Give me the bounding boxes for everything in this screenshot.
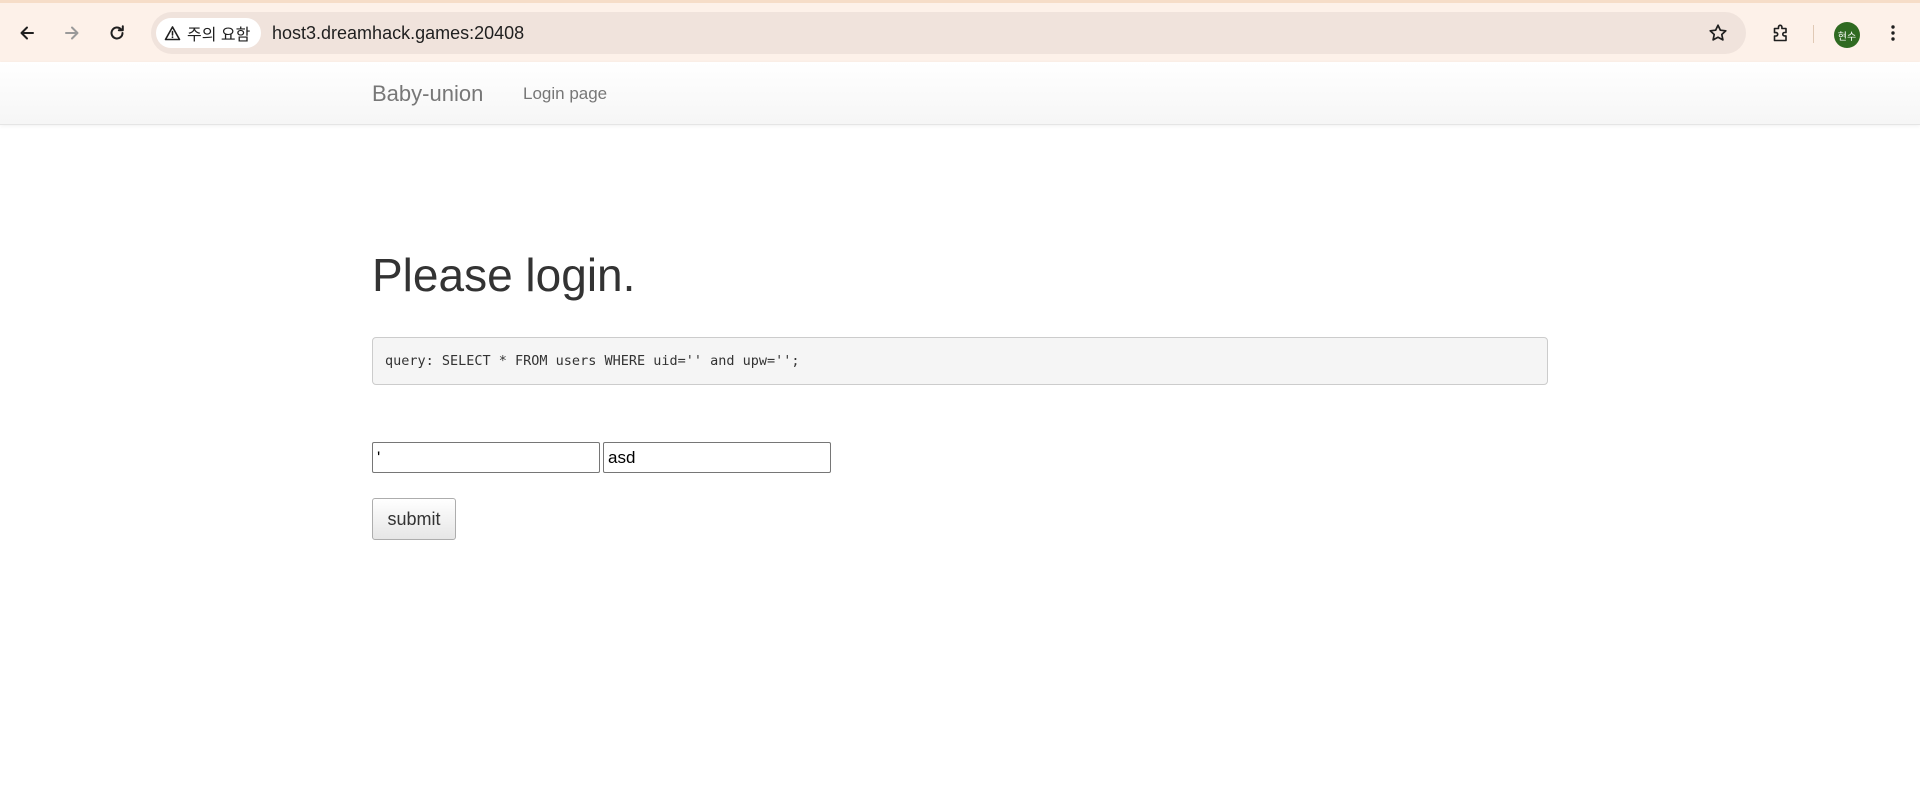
navbar-brand[interactable]: Baby-union bbox=[372, 62, 483, 125]
warning-triangle-icon bbox=[164, 25, 181, 40]
puzzle-icon bbox=[1773, 24, 1787, 42]
bookmark-button[interactable] bbox=[1701, 16, 1735, 50]
avatar[interactable]: 현수 bbox=[1834, 22, 1860, 48]
arrow-left-icon bbox=[20, 26, 34, 40]
nav-link-login-page[interactable]: Login page bbox=[523, 62, 607, 125]
url-text[interactable]: host3.dreamhack.games:20408 bbox=[272, 12, 524, 54]
address-bar[interactable]: 주의 요함 host3.dreamhack.games:20408 bbox=[151, 12, 1746, 54]
toolbar-divider bbox=[1813, 25, 1814, 43]
browser-menu-button[interactable] bbox=[1876, 16, 1910, 50]
upw-input[interactable] bbox=[603, 442, 831, 473]
forward-button[interactable] bbox=[55, 16, 89, 50]
back-button[interactable] bbox=[10, 16, 44, 50]
kebab-menu-icon bbox=[1891, 25, 1895, 41]
arrow-right-icon bbox=[65, 26, 79, 40]
reload-button[interactable] bbox=[100, 16, 134, 50]
security-chip[interactable]: 주의 요함 bbox=[156, 18, 262, 48]
browser-toolbar: 주의 요함 host3.dreamhack.games:20408 현수 bbox=[0, 0, 1920, 62]
site-navbar: Baby-union Login page bbox=[0, 62, 1920, 125]
extensions-button[interactable] bbox=[1764, 16, 1798, 50]
page-title: Please login. bbox=[372, 249, 636, 301]
query-display: query: SELECT * FROM users WHERE uid='' … bbox=[372, 337, 1548, 385]
security-label: 주의 요함 bbox=[187, 27, 251, 44]
star-icon bbox=[1709, 24, 1727, 41]
uid-input[interactable] bbox=[372, 442, 600, 473]
reload-icon bbox=[110, 25, 124, 40]
submit-button[interactable]: submit bbox=[372, 498, 456, 540]
